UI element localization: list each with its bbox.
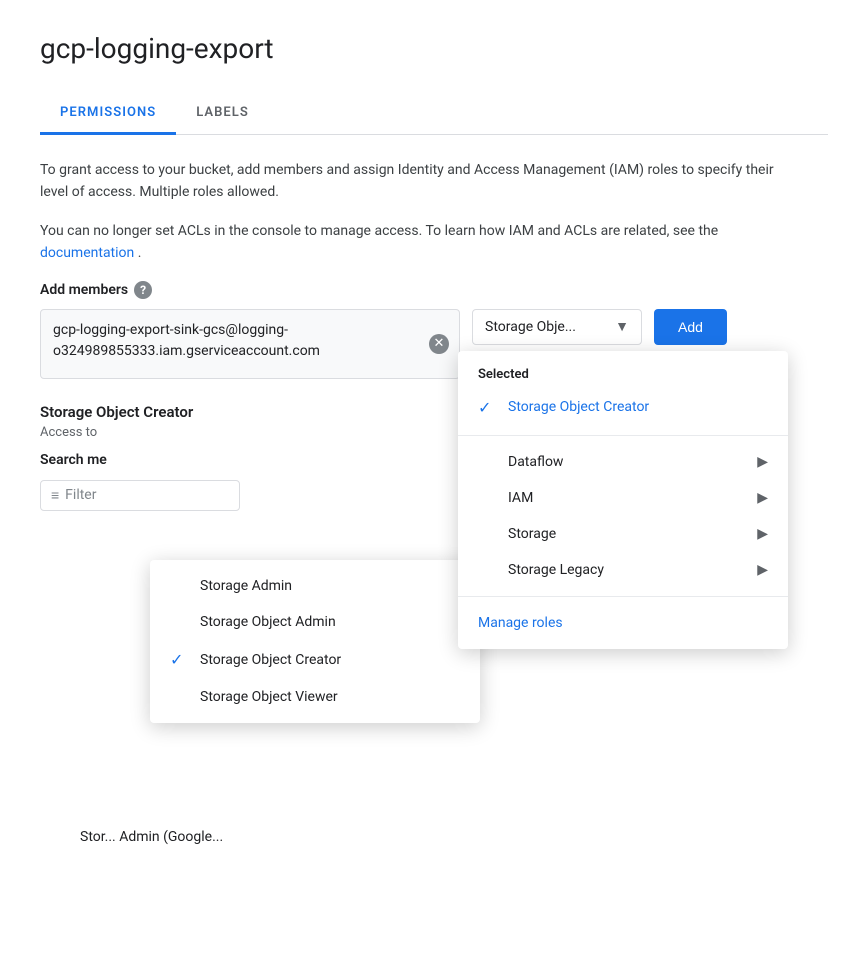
tab-permissions[interactable]: PERMISSIONS — [40, 93, 176, 135]
chevron-right-icon-iam: ▶ — [757, 490, 768, 506]
page-title: gcp-logging-export — [40, 32, 828, 65]
manage-roles-link[interactable]: Manage roles — [458, 605, 788, 641]
role-dropdown: Selected ✓ Storage Object Creator Datafl… — [458, 351, 788, 649]
left-dropdown-storage-admin[interactable]: Storage Admin — [150, 568, 480, 604]
dropdown-selected-label: Selected — [458, 359, 788, 388]
documentation-link[interactable]: documentation — [40, 245, 134, 261]
storage-submenu-dropdown: Storage Admin Storage Object Admin ✓ Sto… — [150, 560, 480, 723]
description-line1: To grant access to your bucket, add memb… — [40, 159, 800, 204]
add-members-label: Add members ? — [40, 281, 828, 299]
filter-placeholder: Filter — [65, 487, 96, 503]
description-line2: You can no longer set ACLs in the consol… — [40, 220, 800, 265]
role-selector[interactable]: Storage Obje... ▼ — [472, 309, 642, 345]
member-input-text: gcp-logging-export-sink-gcs@logging-o324… — [53, 322, 320, 359]
filter-input[interactable]: ≡ Filter — [40, 480, 240, 511]
dropdown-item-storage[interactable]: Storage ▶ — [458, 516, 788, 552]
dropdown-divider-2 — [458, 596, 788, 597]
role-selector-text: Storage Obje... — [485, 319, 607, 335]
bottom-truncated-item: Stor... Admin (Google... — [40, 821, 828, 853]
tabs-bar: PERMISSIONS LABELS — [40, 93, 828, 135]
chevron-down-icon: ▼ — [615, 318, 629, 335]
members-row: gcp-logging-export-sink-gcs@logging-o324… — [40, 309, 828, 379]
dropdown-item-storage-legacy[interactable]: Storage Legacy ▶ — [458, 552, 788, 588]
member-input-box[interactable]: gcp-logging-export-sink-gcs@logging-o324… — [40, 309, 460, 379]
chevron-right-icon-storage-legacy: ▶ — [757, 562, 768, 578]
check-icon: ✓ — [478, 398, 498, 417]
left-dropdown-storage-object-viewer[interactable]: Storage Object Viewer — [150, 679, 480, 715]
help-icon[interactable]: ? — [134, 281, 152, 299]
clear-icon[interactable]: ✕ — [429, 334, 449, 354]
page-container: gcp-logging-export PERMISSIONS LABELS To… — [0, 0, 868, 877]
left-dropdown-storage-object-creator[interactable]: ✓ Storage Object Creator — [150, 640, 480, 679]
filter-icon: ≡ — [51, 487, 59, 504]
dropdown-item-iam[interactable]: IAM ▶ — [458, 480, 788, 516]
left-dropdown-storage-object-admin[interactable]: Storage Object Admin — [150, 604, 480, 640]
dropdown-selected-role[interactable]: ✓ Storage Object Creator — [458, 388, 788, 427]
chevron-right-icon-storage: ▶ — [757, 526, 768, 542]
tab-labels[interactable]: LABELS — [176, 93, 269, 135]
check-icon-left: ✓ — [170, 650, 190, 669]
add-button[interactable]: Add — [654, 309, 727, 345]
tab-content-permissions: To grant access to your bucket, add memb… — [40, 135, 828, 877]
dropdown-item-dataflow[interactable]: Dataflow ▶ — [458, 444, 788, 480]
dropdown-divider-1 — [458, 435, 788, 436]
chevron-right-icon-dataflow: ▶ — [757, 454, 768, 470]
